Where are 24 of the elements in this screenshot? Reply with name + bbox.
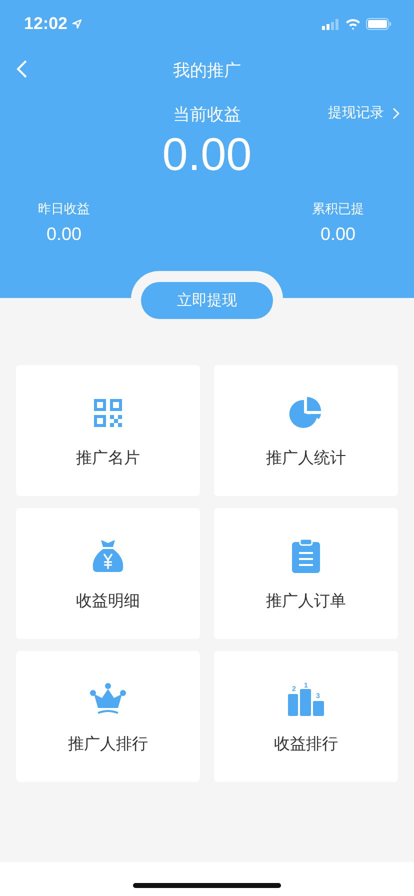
clipboard-icon xyxy=(292,539,320,573)
earnings-amount: 0.00 xyxy=(161,128,253,180)
menu-tile[interactable]: 推广人订单 xyxy=(214,508,398,639)
menu-tile[interactable]: 推广人统计 xyxy=(214,365,398,496)
stat-label: 累积已提 xyxy=(312,201,364,218)
current-earnings-label: 当前收益 xyxy=(173,104,241,126)
stat-value: 0.00 xyxy=(320,224,356,245)
signal-icon xyxy=(322,18,340,30)
pie-chart-icon xyxy=(289,396,323,430)
stat-label: 昨日收益 xyxy=(38,201,90,218)
status-time: 12:02 xyxy=(24,14,68,34)
page-title: 我的推广 xyxy=(173,60,241,82)
chevron-right-icon xyxy=(392,106,400,120)
menu-tile[interactable]: 推广人排行 xyxy=(16,651,200,782)
stat-value: 0.00 xyxy=(46,224,82,245)
qr-code-icon xyxy=(93,398,123,428)
crown-icon xyxy=(89,683,127,715)
wifi-icon xyxy=(345,18,361,30)
money-bag-icon xyxy=(92,539,124,573)
back-icon xyxy=(16,59,28,79)
location-arrow-icon xyxy=(72,19,82,29)
battery-icon xyxy=(366,18,392,30)
menu-tile[interactable]: 推广名片 xyxy=(16,365,200,496)
menu-tile[interactable]: 收益明细 xyxy=(16,508,200,639)
